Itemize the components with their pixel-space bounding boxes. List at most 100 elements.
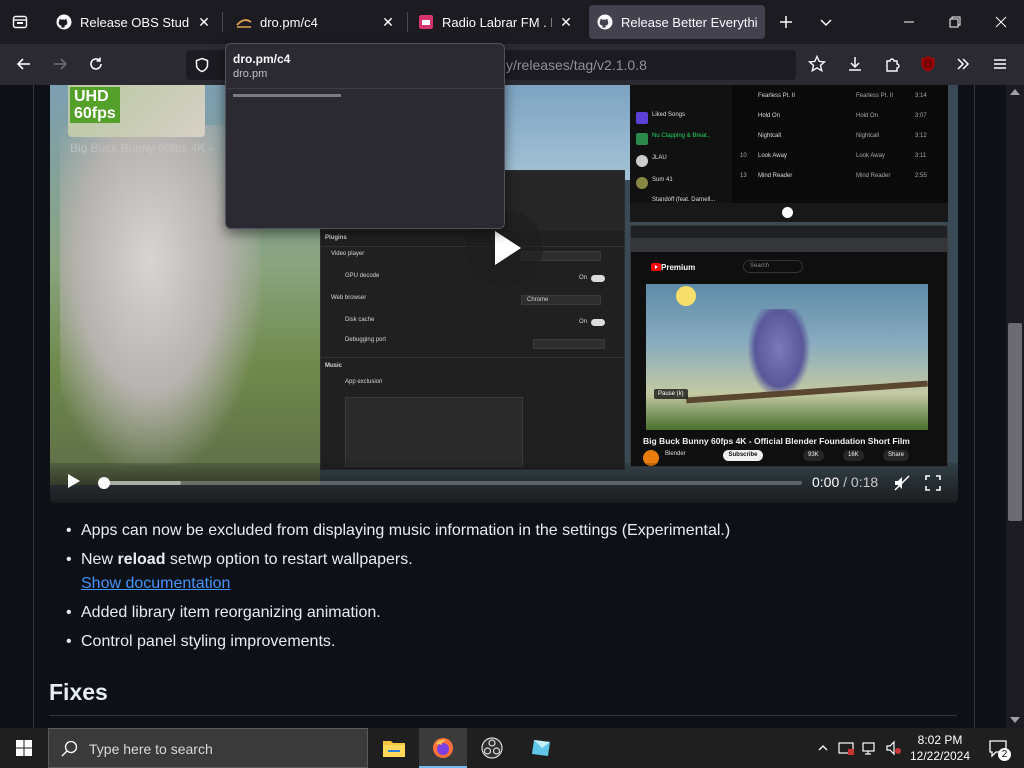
- taskbar-wallpaper-app[interactable]: [517, 728, 565, 768]
- show-hidden-icons-button[interactable]: [814, 728, 832, 768]
- minimize-button[interactable]: [886, 0, 932, 44]
- tab-divider: [407, 12, 408, 32]
- video-current-time: 0:00: [812, 474, 840, 490]
- restore-button[interactable]: [932, 0, 978, 44]
- star-icon: [808, 55, 826, 73]
- back-button[interactable]: [8, 48, 40, 80]
- video-play-button[interactable]: [68, 474, 80, 488]
- extensions-button[interactable]: [876, 48, 908, 80]
- tab-label: Release OBS Studio 31.: [80, 14, 190, 30]
- network-icon[interactable]: [860, 728, 880, 768]
- release-note-text: Apps can now be excluded from displaying…: [81, 522, 731, 539]
- release-note-text: Control panel styling improvements.: [81, 633, 336, 650]
- tab-divider: [222, 12, 223, 32]
- music-sidebar-thumb: [636, 155, 648, 167]
- show-documentation-link[interactable]: Show documentation: [81, 572, 942, 596]
- music-sidebar-thumb: [636, 177, 648, 189]
- music-sidebar-item: Nu Clapping & Breat..: [652, 133, 711, 139]
- music-track-album: Mind Reader: [856, 173, 891, 179]
- wallpaper-app-icon: [532, 740, 550, 756]
- shield-icon[interactable]: [194, 57, 210, 78]
- tab-label: dro.pm/c4: [260, 14, 318, 30]
- firefox-icon: [433, 738, 453, 758]
- ublock-shield-icon: [921, 56, 935, 72]
- windows-logo-icon: [16, 740, 32, 756]
- music-play-icon: [782, 207, 793, 218]
- settings-row-value: On: [579, 275, 588, 281]
- settings-row-value: On: [579, 319, 588, 325]
- firefox-view-button[interactable]: [0, 0, 40, 44]
- content-border-left: [33, 85, 34, 728]
- close-tab-icon[interactable]: ✕: [196, 14, 212, 30]
- downloads-button[interactable]: [839, 48, 871, 80]
- taskbar-firefox[interactable]: [419, 728, 467, 768]
- mute-button[interactable]: [892, 473, 912, 493]
- settings-row-label: App exclusion: [345, 379, 383, 385]
- close-tab-icon[interactable]: ✕: [558, 14, 574, 30]
- youtube-pause-tooltip: Pause (k): [654, 389, 688, 399]
- forward-button[interactable]: [44, 48, 76, 80]
- youtube-video-frame: Pause (k): [646, 284, 928, 430]
- page-scrollbar[interactable]: [1006, 85, 1024, 728]
- app-menu-button[interactable]: [984, 48, 1016, 80]
- music-track-title: Mind Reader: [758, 173, 793, 179]
- tab-label: Release Better Everythi: [621, 14, 757, 30]
- ublock-extension-button[interactable]: [912, 48, 944, 80]
- settings-row-label: GPU decode: [345, 273, 380, 279]
- url-text[interactable]: y/releases/tag/v2.1.0.8: [506, 57, 647, 73]
- more-tools-button[interactable]: [947, 48, 979, 80]
- music-track-album: Nightcall: [856, 133, 880, 139]
- tray-app-icon[interactable]: [836, 728, 856, 768]
- taskbar-obs[interactable]: [468, 728, 516, 768]
- release-note-item: Added library item reorganizing animatio…: [62, 601, 942, 625]
- taskbar-search-box[interactable]: Type here to search: [48, 728, 368, 768]
- taskbar-clock[interactable]: 8:02 PM 12/22/2024: [900, 732, 980, 764]
- notification-count-badge: 2: [998, 748, 1011, 761]
- preview-title: dro.pm/c4: [233, 52, 291, 66]
- uhd-badge-line1: UHD: [74, 88, 109, 105]
- uhd-badge-line2: 60fps: [74, 105, 116, 122]
- reload-button[interactable]: [80, 48, 112, 80]
- tab-radio-labrar[interactable]: Radio Labrar FM . Influ ✕: [410, 5, 582, 39]
- bookmark-star-button[interactable]: [801, 48, 833, 80]
- clock-time: 8:02 PM: [917, 733, 963, 747]
- release-note-text: Added library item reorganizing animatio…: [81, 604, 381, 621]
- scrollbar-thumb[interactable]: [1008, 323, 1022, 521]
- video-duration: 0:18: [850, 474, 879, 490]
- clock-date: 12/22/2024: [909, 749, 971, 763]
- muted-speaker-icon: [894, 475, 910, 491]
- notification-center-button[interactable]: 2: [980, 728, 1016, 768]
- close-tab-icon[interactable]: ✕: [380, 14, 396, 30]
- video-progress-track[interactable]: [104, 481, 802, 485]
- new-tab-button[interactable]: [770, 6, 802, 38]
- close-window-button[interactable]: [978, 0, 1024, 44]
- fullscreen-button[interactable]: [923, 473, 943, 493]
- tab-better-everything-release[interactable]: Release Better Everythi: [589, 5, 765, 39]
- taskbar-file-explorer[interactable]: [370, 728, 418, 768]
- navigation-toolbar: y/releases/tag/v2.1.0.8 23: [0, 44, 1024, 104]
- minimize-icon: [904, 21, 914, 23]
- tab-hover-preview: dro.pm/c4 dro.pm: [225, 43, 505, 229]
- double-chevron-right-icon: [957, 58, 970, 70]
- preview-thumbnail: [226, 88, 504, 228]
- video-controls: 0:00 / 0:18: [50, 463, 958, 503]
- tab-obs-release[interactable]: Release OBS Studio 31. ✕: [48, 5, 220, 39]
- tab-dro-pm[interactable]: dro.pm/c4 ✕: [228, 5, 404, 39]
- windows-taskbar: Type here to search 8:02 PM 12/22/2024 2: [0, 728, 1024, 768]
- settings-section: Plugins: [325, 235, 347, 241]
- start-button[interactable]: [0, 728, 48, 768]
- preview-url: dro.pm: [233, 68, 268, 80]
- download-icon: [849, 57, 861, 71]
- scroll-up-arrow-icon[interactable]: [1010, 89, 1020, 95]
- scroll-down-arrow-icon[interactable]: [1010, 717, 1020, 723]
- music-player-bar: [630, 203, 948, 222]
- video-scrubber-handle[interactable]: [98, 477, 110, 489]
- fixes-heading-rule: [49, 715, 957, 716]
- release-note-item: Apps can now be excluded from displaying…: [62, 519, 942, 543]
- list-all-tabs-button[interactable]: [810, 6, 842, 38]
- tab-strip: Release OBS Studio 31. ✕ dro.pm/c4 ✕ Rad…: [0, 0, 1024, 44]
- music-sidebar-thumb: [636, 112, 648, 124]
- content-border-right: [974, 85, 975, 728]
- release-note-bold: reload: [117, 551, 166, 568]
- settings-row-label: Disk cache: [345, 317, 375, 323]
